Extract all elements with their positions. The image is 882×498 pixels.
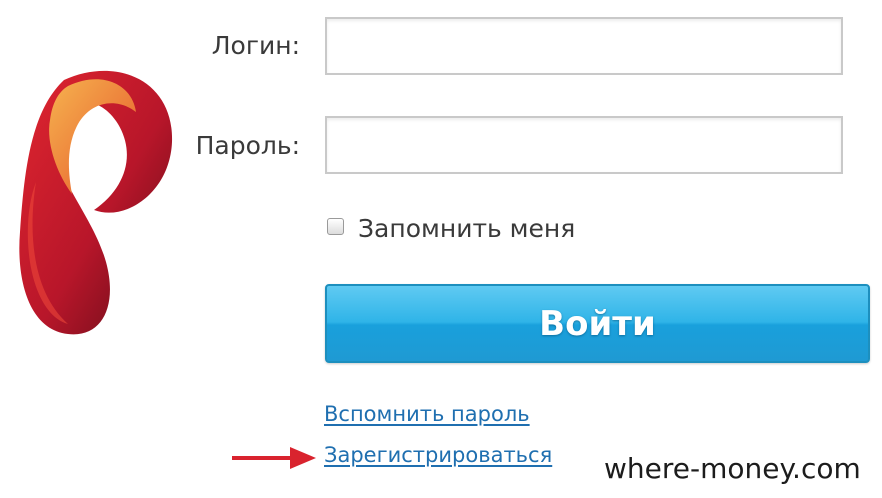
red-arrow-right-icon: [232, 447, 316, 469]
login-label: Логин:: [211, 31, 300, 60]
login-button[interactable]: Войти: [325, 284, 870, 363]
password-input[interactable]: [325, 116, 843, 174]
watermark: where-money.com: [604, 452, 861, 485]
password-label: Пароль:: [195, 131, 300, 160]
remember-me-label[interactable]: Запомнить меня: [358, 214, 575, 243]
login-input[interactable]: [325, 17, 843, 75]
login-window: Логин: Пароль: Запомнить меня Войти Вспо…: [0, 0, 882, 498]
remember-me-checkbox[interactable]: [327, 218, 344, 235]
register-link[interactable]: Зарегистрироваться: [324, 443, 552, 467]
rostelecom-logo-icon: [19, 70, 173, 335]
forgot-password-link[interactable]: Вспомнить пароль: [324, 402, 530, 426]
